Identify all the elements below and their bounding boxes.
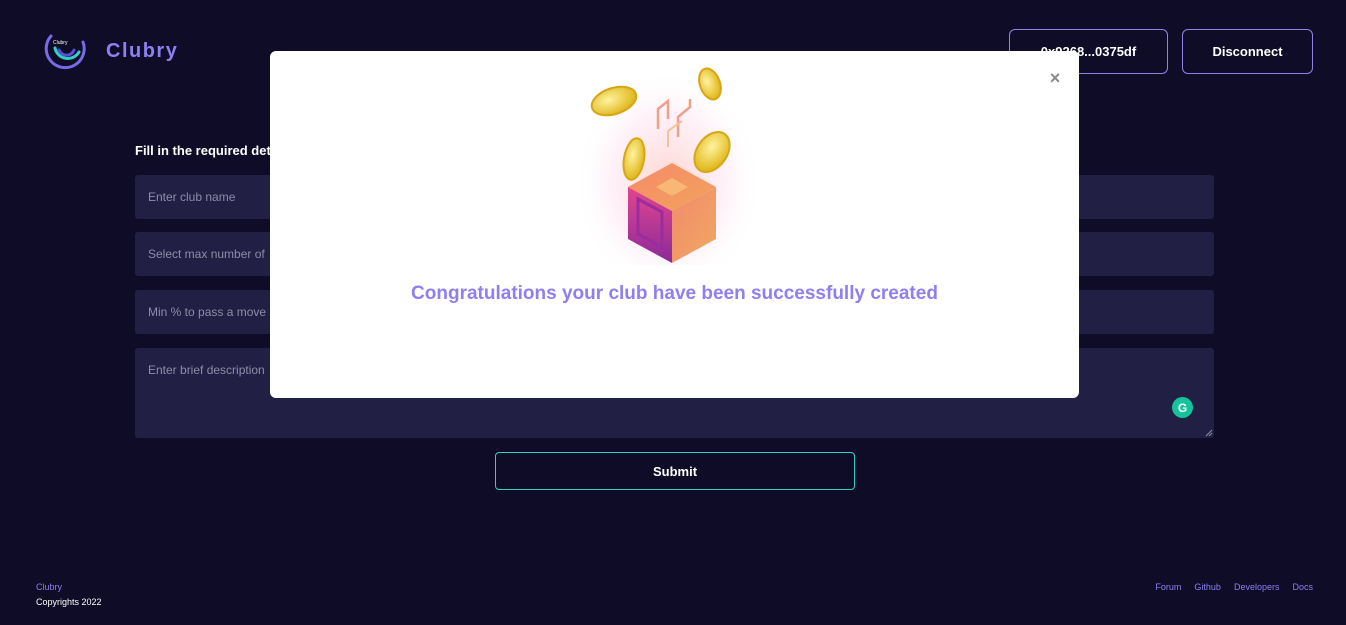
footer-link-docs[interactable]: Docs (1292, 582, 1313, 592)
logo-text: Clubry (53, 40, 68, 46)
close-icon[interactable]: × (1046, 69, 1064, 87)
footer-brand[interactable]: Clubry (36, 582, 62, 592)
resize-grip-icon[interactable] (1205, 429, 1213, 437)
page: Clubry Clubry 0x9268...0375df Disconnect… (0, 0, 1346, 625)
success-message: Congratulations your club have been succ… (411, 283, 938, 304)
footer-links: Forum Github Developers Docs (1155, 582, 1313, 592)
footer-link-developers[interactable]: Developers (1234, 582, 1280, 592)
clubry-logo-icon[interactable]: Clubry (43, 28, 91, 70)
disconnect-button[interactable]: Disconnect (1182, 29, 1313, 74)
brand-name[interactable]: Clubry (106, 40, 178, 63)
footer-link-github[interactable]: Github (1194, 582, 1221, 592)
submit-button[interactable]: Submit (495, 452, 855, 490)
treasure-cube-illustration-icon (582, 59, 754, 265)
form-heading: Fill in the required deta (135, 143, 279, 158)
footer-copyright: Copyrights 2022 (36, 597, 102, 607)
success-modal: × Congratulations your club have been su… (270, 51, 1079, 398)
footer-link-forum[interactable]: Forum (1155, 582, 1181, 592)
grammarly-icon[interactable]: G (1172, 397, 1193, 418)
